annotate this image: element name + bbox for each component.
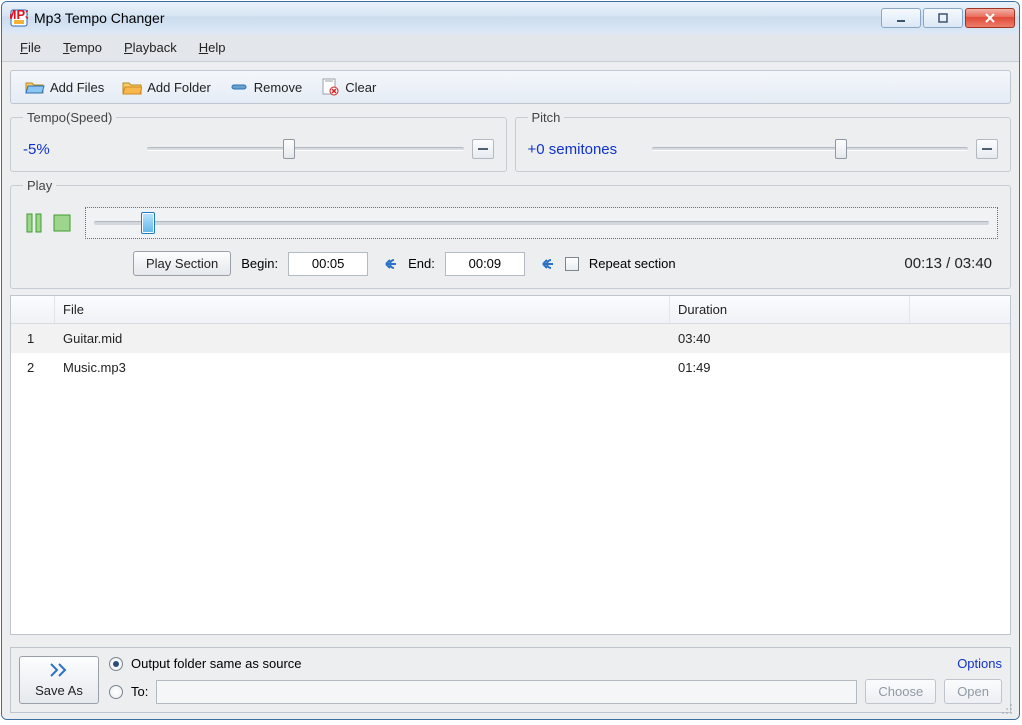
menu-playback-label: layback [133, 40, 177, 55]
menu-playback[interactable]: Playback [114, 36, 187, 59]
repeat-section-label: Repeat section [589, 256, 676, 271]
add-files-label: Add Files [50, 80, 104, 95]
tempo-legend: Tempo(Speed) [23, 110, 116, 125]
play-legend: Play [23, 178, 56, 193]
time-display: 00:13 / 03:40 [904, 255, 998, 272]
menu-file[interactable]: File [10, 36, 51, 59]
minus-icon [229, 78, 249, 96]
radio-same-as-source[interactable] [109, 657, 123, 671]
menu-tempo[interactable]: Tempo [53, 36, 112, 59]
table-row[interactable]: 2Music.mp301:49 [11, 353, 1010, 382]
menu-help[interactable]: Help [189, 36, 236, 59]
file-list-header: File Duration [11, 296, 1010, 324]
menubar: File Tempo Playback Help [2, 34, 1019, 62]
table-row[interactable]: 1Guitar.mid03:40 [11, 324, 1010, 353]
to-path-input[interactable] [156, 680, 857, 704]
cell-index: 2 [11, 357, 55, 378]
app-icon: MP3 [10, 9, 28, 27]
file-rows: 1Guitar.mid03:402Music.mp301:49 [11, 324, 1010, 382]
toolbar: Add Files Add Folder Remove Clear [10, 70, 1011, 104]
chevron-right-icon [47, 662, 71, 681]
save-as-button[interactable]: Save As [19, 656, 99, 704]
add-folder-label: Add Folder [147, 80, 211, 95]
resize-grip[interactable] [999, 701, 1013, 715]
cell-file: Guitar.mid [55, 328, 670, 349]
window-title: Mp3 Tempo Changer [34, 10, 881, 26]
client-area: Add Files Add Folder Remove Clear Tempo(… [2, 62, 1019, 719]
same-as-source-label: Output folder same as source [131, 656, 302, 671]
col-pad [910, 296, 1010, 323]
pitch-group: Pitch +0 semitones [515, 110, 1012, 172]
window: MP3 Mp3 Tempo Changer File Tempo Playbac… [1, 1, 1020, 720]
add-folder-button[interactable]: Add Folder [116, 75, 217, 99]
close-button[interactable] [965, 8, 1015, 28]
set-end-arrow-icon[interactable] [535, 255, 555, 273]
output-panel: Save As Output folder same as source Opt… [10, 647, 1011, 713]
pitch-legend: Pitch [528, 110, 565, 125]
col-index[interactable] [11, 296, 55, 323]
cell-file: Music.mp3 [55, 357, 670, 378]
to-label: To: [131, 684, 148, 699]
cell-duration: 03:40 [670, 328, 910, 349]
tempo-reset-button[interactable] [472, 139, 494, 159]
save-as-label: Save As [35, 683, 83, 698]
clear-icon [320, 78, 340, 96]
menu-file-label: ile [28, 40, 41, 55]
remove-label: Remove [254, 80, 302, 95]
tempo-value: -5% [23, 141, 133, 158]
window-controls [881, 8, 1015, 28]
folder-icon [122, 78, 142, 96]
end-input[interactable] [445, 252, 525, 276]
pause-button[interactable] [23, 212, 45, 234]
pitch-value: +0 semitones [528, 141, 638, 158]
tempo-group: Tempo(Speed) -5% [10, 110, 507, 172]
menu-help-label: elp [208, 40, 225, 55]
play-group: Play Play Section Begin: End: [10, 178, 1011, 289]
end-label: End: [408, 256, 435, 271]
pitch-reset-button[interactable] [976, 139, 998, 159]
folder-open-icon [25, 78, 45, 96]
options-link[interactable]: Options [957, 656, 1002, 671]
titlebar[interactable]: MP3 Mp3 Tempo Changer [2, 2, 1019, 34]
menu-tempo-label: empo [69, 40, 102, 55]
begin-input[interactable] [288, 252, 368, 276]
remove-button[interactable]: Remove [223, 75, 308, 99]
set-begin-arrow-icon[interactable] [378, 255, 398, 273]
play-section-button[interactable]: Play Section [133, 251, 231, 276]
cell-index: 1 [11, 328, 55, 349]
begin-label: Begin: [241, 256, 278, 271]
minimize-button[interactable] [881, 8, 921, 28]
pitch-slider[interactable] [652, 139, 969, 159]
file-list: File Duration 1Guitar.mid03:402Music.mp3… [10, 295, 1011, 635]
col-file[interactable]: File [55, 296, 670, 323]
clear-button[interactable]: Clear [314, 75, 382, 99]
maximize-button[interactable] [923, 8, 963, 28]
stop-button[interactable] [51, 212, 73, 234]
radio-to[interactable] [109, 685, 123, 699]
col-duration[interactable]: Duration [670, 296, 910, 323]
repeat-section-checkbox[interactable] [565, 257, 579, 271]
timeline-slider[interactable] [85, 207, 998, 239]
tempo-slider[interactable] [147, 139, 464, 159]
add-files-button[interactable]: Add Files [19, 75, 110, 99]
choose-button[interactable]: Choose [865, 679, 936, 704]
cell-duration: 01:49 [670, 357, 910, 378]
open-button[interactable]: Open [944, 679, 1002, 704]
clear-label: Clear [345, 80, 376, 95]
